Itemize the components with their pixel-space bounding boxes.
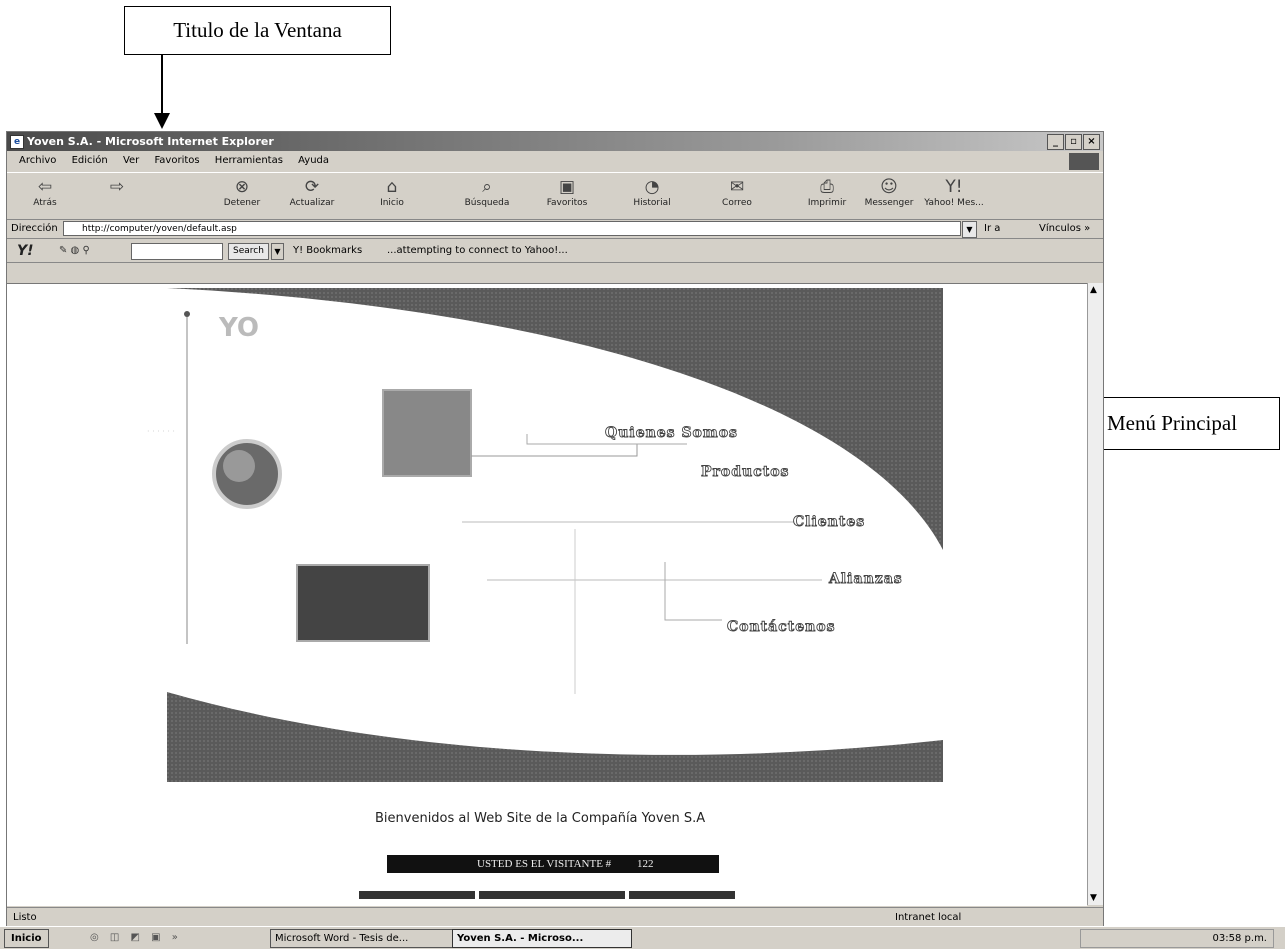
menu-clientes[interactable]: Clientes xyxy=(793,514,865,531)
home-icon: ⌂ xyxy=(386,177,398,197)
toolbar-home-button[interactable]: ⌂ Inicio xyxy=(367,176,417,208)
toolbar-mail-label: Correo xyxy=(722,198,752,208)
mail-icon: ✉ xyxy=(729,177,745,197)
address-input[interactable]: http://computer/yoven/default.asp xyxy=(63,221,961,236)
status-text: Listo xyxy=(13,912,37,923)
toolbar-stop-label: Detener xyxy=(223,198,261,208)
toolbar-history-button[interactable]: ◔ Historial xyxy=(622,176,682,208)
taskbar-word-button[interactable]: Microsoft Word - Tesis de... xyxy=(270,929,456,948)
toolbar-messenger-button[interactable]: ☺ Messenger xyxy=(857,176,921,208)
svg-text:· · · · · ·: · · · · · · xyxy=(147,427,175,436)
window-title: Yoven S.A. - Microsoft Internet Explorer xyxy=(27,135,274,148)
menu-archivo[interactable]: Archivo xyxy=(19,155,56,166)
toolbar-refresh-label: Actualizar xyxy=(289,198,335,208)
window-title-arrow xyxy=(154,55,170,129)
taskbar: Inicio ◎ ◫ ◩ ▣ » Microsoft Word - Tesis … xyxy=(0,926,1285,949)
taskbar-ie-button[interactable]: Yoven S.A. - Microso... xyxy=(452,929,632,948)
footer-button-3[interactable] xyxy=(629,891,735,899)
toolbar-favorites-label: Favoritos xyxy=(546,198,588,208)
yahoo-bookmarks-button[interactable]: Y! Bookmarks xyxy=(293,240,362,262)
yahoo-toolbar: Y! ✎ ◍ ⚲ Search ▼ Y! Bookmarks ...attemp… xyxy=(7,240,1103,263)
go-button[interactable]: Ir a xyxy=(984,220,1000,238)
favorites-icon: ▣ xyxy=(558,177,576,197)
forward-arrow-icon: ⇨ xyxy=(109,177,125,197)
zone-text: Intranet local xyxy=(895,912,962,923)
toolbar-back-label: Atrás xyxy=(33,198,57,208)
back-arrow-icon: ⇦ xyxy=(37,177,53,197)
vertical-scrollbar[interactable]: ▲ ▼ xyxy=(1087,283,1103,905)
toolbar-yahoo-messenger-button[interactable]: Y! Yahoo! Mes... xyxy=(919,176,989,208)
standard-toolbar: ⇦ Atrás ⇨ ⊗ Detener ⟳ Actualizar ⌂ Inicio ⌕ B… xyxy=(7,172,1103,220)
yahoo-logo[interactable]: Y! xyxy=(17,240,34,262)
toolbar-stop-button[interactable]: ⊗ Detener xyxy=(217,176,267,208)
scroll-down-arrow-icon[interactable]: ▼ xyxy=(1090,893,1097,903)
scroll-up-arrow-icon[interactable]: ▲ xyxy=(1090,285,1097,295)
refresh-icon: ⟳ xyxy=(304,177,320,197)
start-button[interactable]: Inicio xyxy=(4,929,49,948)
toolbar-favorites-button[interactable]: ▣ Favoritos xyxy=(537,176,597,208)
visitor-count: 122 xyxy=(637,858,654,870)
search-icon: ⌕ xyxy=(482,177,492,197)
status-bar: Listo Intranet local xyxy=(7,907,1103,927)
window-controls: _ ▫ × xyxy=(1047,134,1100,150)
menu-quienes-somos[interactable]: Quienes Somos xyxy=(605,425,738,442)
menu-ayuda[interactable]: Ayuda xyxy=(298,155,329,166)
toolbar-search-button[interactable]: ⌕ Búsqueda xyxy=(457,176,517,208)
footer-button-1[interactable] xyxy=(359,891,475,899)
quick-launch-icons[interactable]: ◎ ◫ ◩ ▣ » xyxy=(90,927,182,949)
system-clock: 03:58 p.m. xyxy=(1080,929,1274,948)
toolbar-print-label: Imprimir xyxy=(807,198,847,208)
visitor-label: USTED ES EL VISITANTE # xyxy=(477,858,612,870)
footer-button-2[interactable] xyxy=(479,891,625,899)
window-title-callout-text: Titulo de la Ventana xyxy=(173,18,342,42)
menu-ver[interactable]: Ver xyxy=(123,155,139,166)
history-icon: ◔ xyxy=(644,177,660,197)
toolbar-messenger-label: Messenger xyxy=(864,198,914,208)
window-title-callout: Titulo de la Ventana xyxy=(124,6,391,55)
close-button[interactable]: × xyxy=(1083,134,1100,150)
browser-window: e Yoven S.A. - Microsoft Internet Explor… xyxy=(6,131,1104,928)
print-icon: ⎙ xyxy=(820,177,834,197)
ie-icon: e xyxy=(10,135,24,149)
yahoo-messenger-icon: Y! xyxy=(945,177,963,197)
toolbar-refresh-button[interactable]: ⟳ Actualizar xyxy=(282,176,342,208)
toolbar-forward-button[interactable]: ⇨ xyxy=(87,176,147,198)
menu-contactenos[interactable]: Contáctenos xyxy=(727,619,836,636)
menu-edicion[interactable]: Edición xyxy=(72,155,108,166)
svg-text:YO: YO xyxy=(218,313,259,343)
toolbar-home-label: Inicio xyxy=(380,198,404,208)
yahoo-search-button[interactable]: Search xyxy=(228,243,269,260)
toolbar-print-button[interactable]: ⎙ Imprimir xyxy=(797,176,857,208)
title-bar[interactable]: e Yoven S.A. - Microsoft Internet Explor… xyxy=(7,132,1103,151)
toolbar-back-button[interactable]: ⇦ Atrás xyxy=(25,176,65,208)
menu-productos[interactable]: Productos xyxy=(701,464,789,481)
toolbar-yahoo-messenger-label: Yahoo! Mes... xyxy=(924,198,984,208)
links-button[interactable]: Vínculos » xyxy=(1039,220,1090,238)
minimize-button[interactable]: _ xyxy=(1047,134,1064,150)
toolbar-mail-button[interactable]: ✉ Correo xyxy=(707,176,767,208)
welcome-text: Bienvenidos al Web Site de la Compañía Y… xyxy=(375,811,706,826)
address-label: Dirección xyxy=(11,223,58,234)
windows-logo xyxy=(1069,153,1099,170)
messenger-icon: ☺ xyxy=(880,177,898,197)
yahoo-search-dropdown[interactable]: ▼ xyxy=(271,243,284,260)
menu-herramientas[interactable]: Herramientas xyxy=(215,155,283,166)
web-content: YO · · · · · · Quienes Somos Productos C… xyxy=(7,283,1087,906)
maximize-button[interactable]: ▫ xyxy=(1065,134,1082,150)
menu-favoritos[interactable]: Favoritos xyxy=(154,155,199,166)
address-dropdown-button[interactable]: ▼ xyxy=(962,221,977,238)
stop-icon: ⊗ xyxy=(234,177,250,197)
yahoo-status-text: ...attempting to connect to Yahoo!... xyxy=(387,245,568,256)
toolbar-search-label: Búsqueda xyxy=(464,198,510,208)
yahoo-search-input[interactable] xyxy=(131,243,223,260)
menu-bar: Archivo Edición Ver Favoritos Herramient… xyxy=(7,152,1103,170)
main-menu-callout-text: Menú Principal xyxy=(1106,411,1238,435)
visitor-counter: USTED ES EL VISITANTE # 122 xyxy=(387,855,719,873)
address-bar: Dirección http://computer/yoven/default.… xyxy=(7,220,1103,239)
toolbar-history-label: Historial xyxy=(633,198,671,208)
menu-alianzas[interactable]: Alianzas xyxy=(829,571,903,588)
yahoo-tool-icons[interactable]: ✎ ◍ ⚲ xyxy=(59,240,90,262)
banner-graphic: YO · · · · · · xyxy=(147,288,943,782)
